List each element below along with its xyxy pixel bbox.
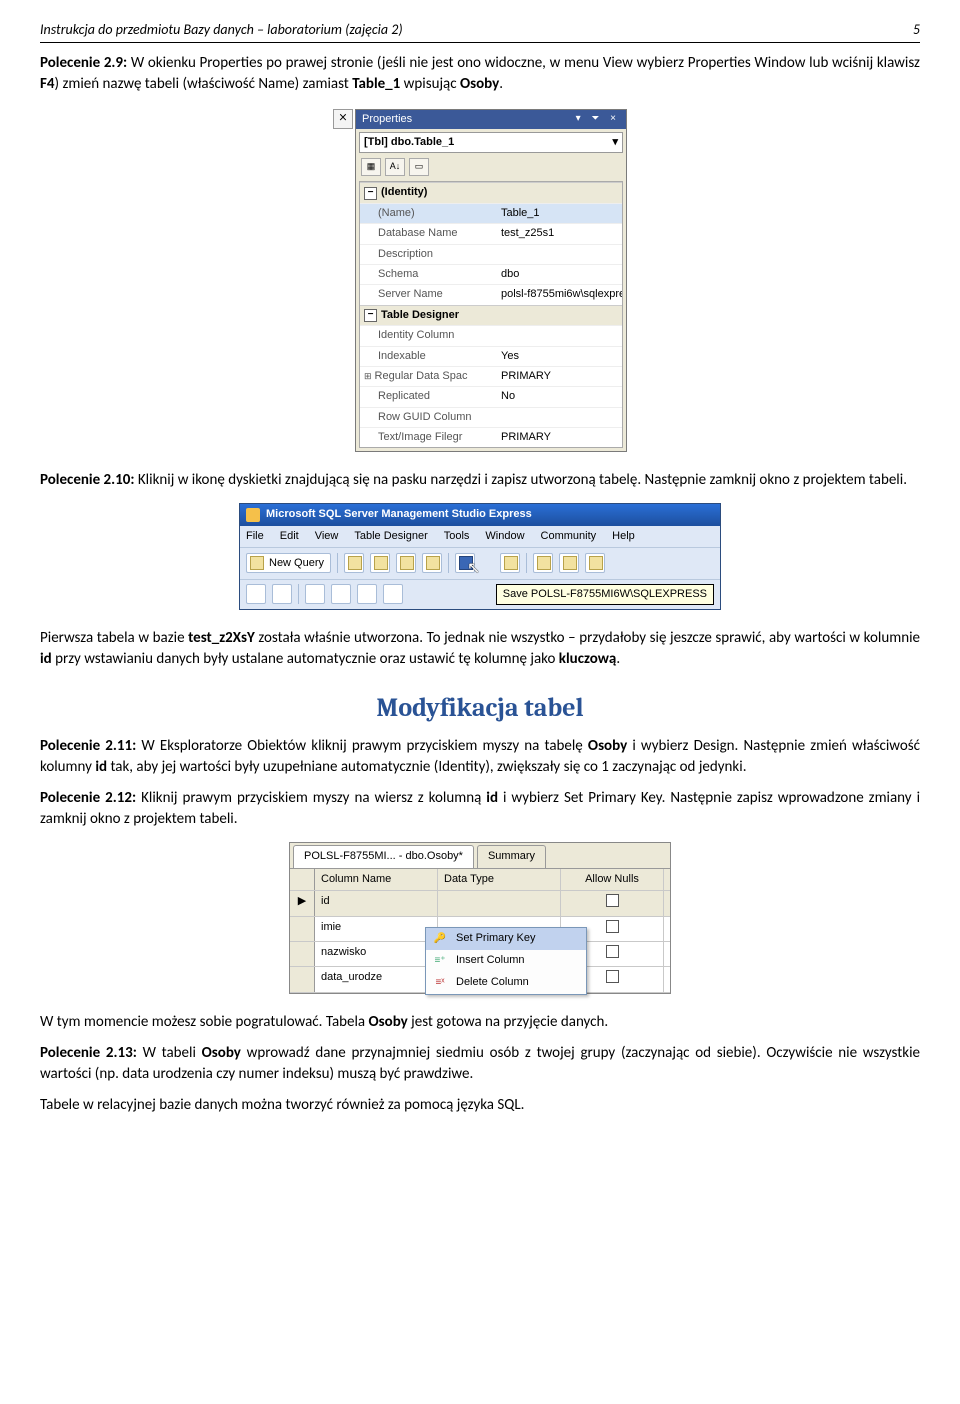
toolbar-icon[interactable]	[357, 584, 377, 604]
checkbox-icon[interactable]	[606, 945, 619, 958]
toolbar-icon[interactable]	[396, 553, 416, 573]
save-all-icon[interactable]	[500, 553, 520, 573]
row-selector-icon[interactable]: ▶	[290, 891, 315, 915]
ctx-insert-column[interactable]: ≡⁺ Insert Column	[426, 950, 586, 972]
checkbox-icon[interactable]	[606, 970, 619, 983]
menu-table-designer[interactable]: Table Designer	[354, 529, 427, 544]
menu-file[interactable]: File	[246, 529, 264, 544]
toolbar-icon[interactable]	[331, 584, 351, 604]
toolbar-icon[interactable]	[305, 584, 325, 604]
close-icon[interactable]: ×	[333, 109, 353, 129]
ctx-delete-column[interactable]: ≡ˣ Delete Column	[426, 972, 586, 994]
category-identity[interactable]: − (Identity)	[360, 182, 622, 202]
header-allow-nulls: Allow Nulls	[561, 869, 664, 890]
prop-row[interactable]: Identity Column	[360, 325, 622, 345]
ctx-set-primary-key[interactable]: 🔑 Set Primary Key	[426, 928, 586, 950]
object-selector[interactable]: [Tbl] dbo.Table_1 ▾	[359, 132, 623, 153]
polecenie-2-9-lead: Polecenie 2.9:	[40, 54, 127, 72]
open-icon[interactable]	[422, 553, 442, 573]
properties-title-bar: Properties ▾ ⏷ ×	[356, 110, 626, 129]
menu-edit[interactable]: Edit	[280, 529, 299, 544]
header-column-name: Column Name	[315, 869, 438, 890]
polecenie-2-12: Polecenie 2.12: Kliknij prawym przyciski…	[40, 788, 920, 830]
document-tabs: POLSL-F8755MI... - dbo.Osoby* Summary	[290, 843, 670, 867]
column-grid: Column Name Data Type Allow Nulls ▶ id i…	[290, 868, 670, 993]
prop-row[interactable]: Replicated No	[360, 386, 622, 406]
menu-community[interactable]: Community	[541, 529, 597, 544]
tab-summary[interactable]: Summary	[477, 845, 546, 867]
alpha-sort-icon[interactable]: A↓	[385, 158, 405, 176]
polecenie-2-13: Polecenie 2.13: W tabeli Osoby wprowadź …	[40, 1043, 920, 1085]
polecenie-2-11: Polecenie 2.11: W Eksploratorze Obiektów…	[40, 736, 920, 778]
categorized-icon[interactable]: ▦	[361, 158, 381, 176]
properties-grid: − (Identity) (Name) Table_1 Database Nam…	[359, 181, 623, 448]
table-designer-figure: POLSL-F8755MI... - dbo.Osoby* Summary Co…	[40, 842, 920, 993]
key-icon: 🔑	[432, 931, 448, 947]
prop-row[interactable]: Indexable Yes	[360, 346, 622, 366]
header-title: Instrukcja do przedmiotu Bazy danych – l…	[40, 20, 403, 40]
menu-window[interactable]: Window	[485, 529, 524, 544]
table-row[interactable]: ▶ id	[290, 891, 670, 916]
menu-bar: File Edit View Table Designer Tools Wind…	[240, 526, 720, 547]
new-query-button[interactable]: New Query	[246, 553, 331, 573]
toolbar-icon[interactable]	[585, 553, 605, 573]
properties-toolbar: ▦ A↓ ▭	[359, 156, 623, 178]
prop-row[interactable]: Schema dbo	[360, 264, 622, 284]
menu-view[interactable]: View	[315, 529, 339, 544]
toolbar-icon[interactable]	[559, 553, 579, 573]
checkbox-icon[interactable]	[606, 920, 619, 933]
toolbar-icon[interactable]	[370, 553, 390, 573]
checkbox-icon[interactable]	[606, 894, 619, 907]
toolbar-icon[interactable]	[272, 584, 292, 604]
save-tooltip: Save POLSL-F8755MI6W\SQLEXPRESS	[496, 584, 714, 605]
prop-row-name[interactable]: (Name) Table_1	[360, 203, 622, 223]
polecenie-2-10: Polecenie 2.10: Kliknij w ikonę dyskietk…	[40, 470, 920, 491]
paragraph-congrats: W tym momencie możesz sobie pogratulować…	[40, 1012, 920, 1033]
new-query-icon	[250, 556, 264, 570]
prop-row[interactable]: Row GUID Column	[360, 407, 622, 427]
cursor-icon: ↖	[467, 558, 480, 580]
secondary-toolbar: Save POLSL-F8755MI6W\SQLEXPRESS	[240, 579, 720, 609]
prop-row[interactable]: Description	[360, 244, 622, 264]
toolbar-icon[interactable]	[344, 553, 364, 573]
menu-help[interactable]: Help	[612, 529, 635, 544]
paragraph-first-table: Pierwsza tabela w bazie test_z2XsY zosta…	[40, 628, 920, 670]
properties-panel-figure: × Properties ▾ ⏷ × [Tbl] dbo.Table_1 ▾ ▦…	[40, 109, 920, 453]
prop-row[interactable]: Text/Image Filegr PRIMARY	[360, 427, 622, 447]
polecenie-2-9: Polecenie 2.9: W okienku Properties po p…	[40, 53, 920, 95]
collapse-icon[interactable]: −	[364, 309, 377, 322]
panel-pin-close-icons[interactable]: ▾ ⏷ ×	[576, 112, 620, 126]
header-data-type: Data Type	[438, 869, 561, 890]
app-logo-icon	[246, 508, 260, 522]
section-modyfikacja-tabel: Modyfikacja tabel	[40, 690, 920, 726]
page-number: 5	[913, 20, 920, 40]
delete-column-icon: ≡ˣ	[432, 975, 448, 991]
context-menu: 🔑 Set Primary Key ≡⁺ Insert Column ≡ˣ De…	[425, 927, 587, 995]
prop-row[interactable]: Server Name polsl-f8755mi6w\sqlexpres	[360, 284, 622, 304]
main-toolbar: New Query ↖	[240, 547, 720, 578]
pages-icon[interactable]: ▭	[409, 158, 429, 176]
paragraph-sql: Tabele w relacyjnej bazie danych można t…	[40, 1095, 920, 1116]
collapse-icon[interactable]: −	[364, 187, 377, 200]
insert-column-icon: ≡⁺	[432, 953, 448, 969]
tab-osoby[interactable]: POLSL-F8755MI... - dbo.Osoby*	[293, 845, 474, 867]
window-title-bar: Microsoft SQL Server Management Studio E…	[240, 504, 720, 525]
toolbar-icon[interactable]	[383, 584, 403, 604]
toolbar-icon[interactable]	[246, 584, 266, 604]
chevron-down-icon: ▾	[612, 135, 618, 150]
toolbar-icon[interactable]	[533, 553, 553, 573]
prop-row[interactable]: Database Name test_z25s1	[360, 223, 622, 243]
prop-row[interactable]: Regular Data Spac PRIMARY	[360, 366, 622, 386]
menu-tools[interactable]: Tools	[444, 529, 470, 544]
category-table-designer[interactable]: − Table Designer	[360, 305, 622, 325]
ssms-figure: Microsoft SQL Server Management Studio E…	[40, 503, 920, 610]
